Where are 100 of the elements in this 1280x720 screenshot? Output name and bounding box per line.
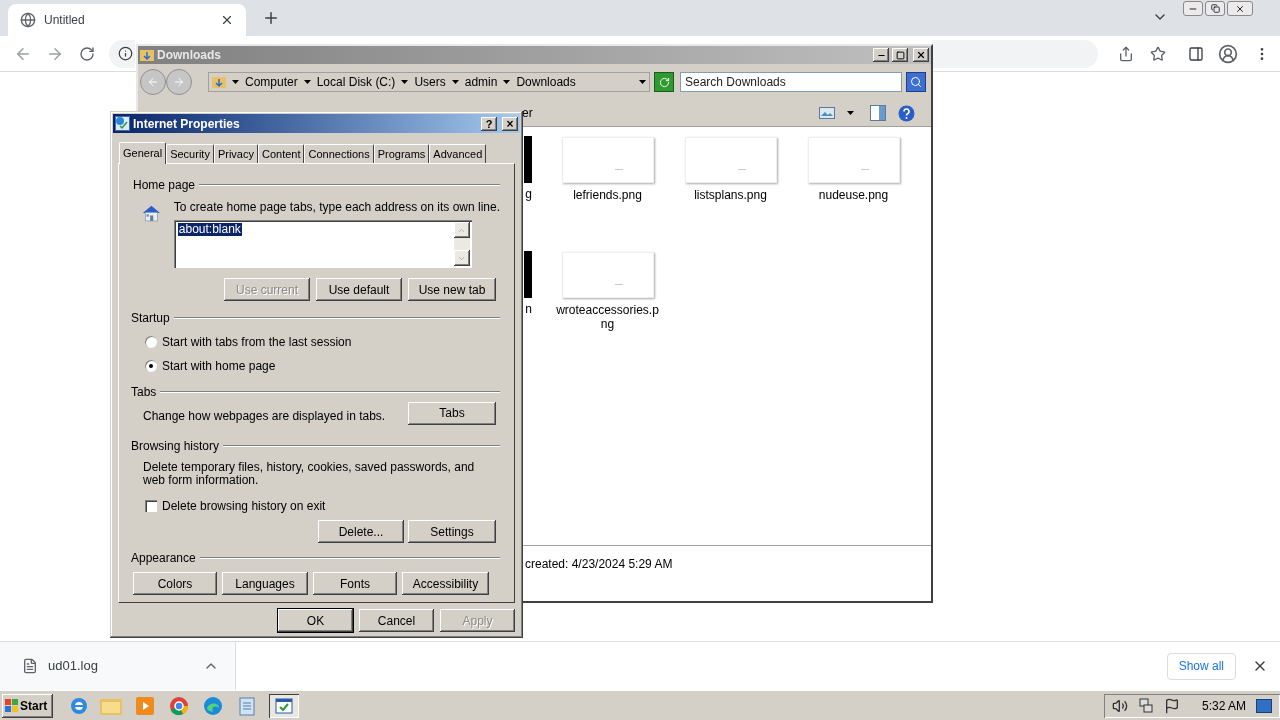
reload-icon[interactable] <box>79 45 95 62</box>
details-text: created: 4/23/2024 5:29 AM <box>525 556 673 573</box>
close-button[interactable]: × <box>502 116 518 131</box>
thumbnail-edge <box>524 136 532 183</box>
group-label: Appearance <box>131 550 196 567</box>
thumbnail-edge <box>524 251 532 298</box>
close-button[interactable] <box>1227 1 1253 16</box>
folder-icon <box>212 75 226 89</box>
download-item[interactable]: ud01.log <box>0 642 236 690</box>
address-bar[interactable] <box>109 39 135 68</box>
flag-icon[interactable] <box>1163 697 1180 714</box>
breadcrumb-item[interactable]: admin <box>464 73 498 91</box>
dialog-tab[interactable]: General <box>119 142 167 164</box>
radio-label: Start with home page <box>162 358 276 375</box>
close-button[interactable] <box>913 48 929 62</box>
dialog-button[interactable]: Colors <box>133 572 217 595</box>
dialog-button[interactable]: Delete... <box>318 520 404 543</box>
round-logo-icon[interactable] <box>167 695 191 716</box>
checkbox-label: Delete browsing history on exit <box>162 498 326 515</box>
description-text: Delete temporary files, history, cookies, saved passwords, and web form information. <box>143 461 476 487</box>
home-page-field[interactable]: about:blank <box>173 220 472 268</box>
side-panel-icon[interactable] <box>1188 45 1204 62</box>
checkbox[interactable] <box>145 500 157 512</box>
help-button[interactable]: ? <box>481 116 497 131</box>
new-tab-icon[interactable] <box>262 9 280 27</box>
dialog-tab[interactable]: Security <box>166 144 214 163</box>
search-button[interactable] <box>906 72 926 92</box>
file-name: listsplans.png <box>693 188 768 202</box>
dialog-tab[interactable]: Advanced <box>429 144 487 163</box>
breadcrumb-item[interactable]: Local Disk (C:) <box>316 73 396 91</box>
breadcrumb-item[interactable]: Computer <box>245 73 298 91</box>
dialog-tab[interactable]: Content <box>257 144 305 163</box>
view-icon[interactable] <box>819 107 835 119</box>
breadcrumb-item[interactable]: Users <box>414 73 446 91</box>
dialog-tab[interactable]: Connections <box>304 144 374 163</box>
search-field[interactable]: Search Downloads <box>680 72 902 92</box>
dialog-tab[interactable]: Programs <box>373 144 430 163</box>
dialog-button[interactable]: OK <box>278 609 353 632</box>
close-icon <box>1235 3 1245 14</box>
address-field[interactable]: Computer Local Disk (C:) Users admin Downloads <box>208 72 650 92</box>
file-item[interactable]: nudeuse.png <box>792 137 915 252</box>
dialog-button[interactable]: Use default <box>316 278 402 301</box>
refresh-icon <box>658 76 670 88</box>
settings-window-icon <box>275 697 293 714</box>
dialog-button[interactable]: Settings <box>408 520 496 543</box>
minimize-button[interactable] <box>873 48 889 62</box>
group-label: Tabs <box>131 384 157 401</box>
file-item[interactable]: lefriends.png <box>546 137 669 252</box>
dropdown-icon <box>639 80 646 84</box>
dialog-button[interactable]: Use new tab <box>408 278 496 301</box>
tabs-button[interactable]: Tabs <box>408 401 496 425</box>
caret-icon <box>451 80 459 84</box>
dialog-button[interactable]: Cancel <box>359 609 434 632</box>
share-icon[interactable] <box>1118 45 1134 62</box>
star-icon[interactable] <box>1150 45 1166 62</box>
preview-pane-icon[interactable] <box>870 105 886 121</box>
window-title: Internet Properties <box>133 115 241 133</box>
caret-icon <box>503 80 511 84</box>
breadcrumb-item[interactable]: Downloads <box>516 73 576 91</box>
tab-title: Untitled <box>44 12 86 29</box>
dialog-tab[interactable]: Privacy <box>213 144 258 163</box>
scroll-up-button[interactable] <box>453 222 470 238</box>
network-icon[interactable] <box>1137 697 1154 714</box>
group-label: Browsing history <box>131 438 220 455</box>
radio-button[interactable] <box>145 336 157 348</box>
close-icon <box>916 50 926 60</box>
dropdown-icon <box>847 111 854 115</box>
close-icon[interactable] <box>220 13 234 27</box>
start-button[interactable]: Start <box>2 693 53 718</box>
dialog-button[interactable]: Fonts <box>313 572 397 595</box>
clock[interactable]: 5:32 AM <box>1201 696 1246 715</box>
settings-window-icon <box>115 116 130 131</box>
toolbar-label-fragment: er <box>522 105 533 122</box>
help-icon[interactable] <box>898 104 915 122</box>
taskbar-app-button[interactable] <box>269 693 299 718</box>
folder-icon <box>140 48 154 62</box>
dialog-button[interactable]: Languages <box>222 572 308 595</box>
radio-button[interactable] <box>145 360 157 372</box>
globe-e-icon[interactable] <box>69 695 89 716</box>
speaker-icon[interactable] <box>1111 697 1128 714</box>
caret-icon <box>232 80 239 84</box>
group-label: Home page <box>133 177 196 194</box>
file-name: nudeuse.png <box>817 188 890 202</box>
file-item[interactable]: listsplans.png <box>669 137 792 252</box>
dialog-button[interactable]: Accessibility <box>402 572 489 595</box>
caret-icon <box>401 80 409 84</box>
restore-button[interactable] <box>1205 1 1225 16</box>
restore-icon <box>1210 4 1220 13</box>
forward-icon <box>173 76 185 88</box>
maximize-icon <box>895 50 905 60</box>
file-item[interactable]: wroteaccessories.png <box>546 252 669 367</box>
scroll-down-button[interactable] <box>453 250 470 266</box>
profile-icon[interactable] <box>1218 43 1238 64</box>
refresh-button[interactable] <box>654 72 674 92</box>
desktop-icon[interactable] <box>1256 698 1272 713</box>
file-name: wroteaccessories.png <box>555 303 660 331</box>
show-all-button[interactable]: Show all <box>1166 652 1236 680</box>
maximize-button[interactable] <box>892 48 908 62</box>
browser-tab[interactable]: Untitled <box>8 4 246 36</box>
windows-logo-icon <box>5 699 18 712</box>
